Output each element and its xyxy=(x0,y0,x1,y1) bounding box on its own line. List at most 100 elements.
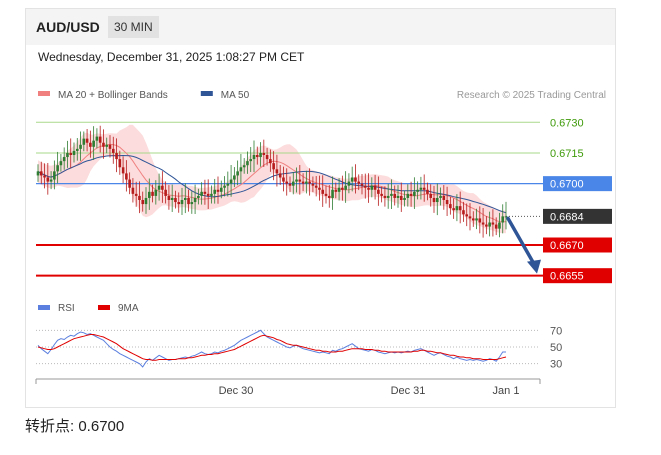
candle-body xyxy=(305,181,308,184)
candle-body xyxy=(485,224,488,227)
candle-body xyxy=(95,136,99,141)
candle-body xyxy=(92,140,95,147)
pivot-point: 转折点: 0.6700 xyxy=(25,415,124,436)
candle-body xyxy=(144,197,148,205)
current-price-label: 0.6684 xyxy=(550,211,584,223)
candle-body xyxy=(455,206,459,211)
candle-body xyxy=(324,193,328,196)
candle-body xyxy=(491,222,495,225)
resistance-label: 0.6715 xyxy=(550,148,584,160)
time-axis-label: Dec 30 xyxy=(219,385,254,397)
candle-body xyxy=(481,222,485,225)
candle-body xyxy=(219,187,223,192)
pivot-value: 0.6700 xyxy=(78,418,125,435)
candle-body xyxy=(458,206,462,211)
source-note: Research © 2025 Trading Central xyxy=(457,90,606,101)
candle-body xyxy=(236,171,239,176)
resistance-label: 0.6730 xyxy=(550,117,584,129)
candle-body xyxy=(498,222,501,229)
candle-body xyxy=(435,197,439,203)
candle-body xyxy=(370,185,374,190)
candle-body xyxy=(138,195,141,200)
candle-body xyxy=(134,193,138,196)
candle-body xyxy=(98,136,102,143)
candle-body xyxy=(216,189,220,192)
candle-body xyxy=(393,193,397,198)
candle-body xyxy=(295,179,298,182)
candle-body xyxy=(403,197,406,200)
arrow-shaft xyxy=(506,216,537,268)
time-axis: Dec 30 Dec 31 Jan 1 xyxy=(35,378,541,397)
price-chart: MA 20 + Bollinger Bands MA 50 Research © … xyxy=(35,90,612,397)
candle-body xyxy=(259,152,262,158)
candle-body xyxy=(187,197,190,205)
level-tags: 0.6730 0.6715 0.6700 0.6684 0.6670 0.6655 xyxy=(543,117,612,284)
candle-body xyxy=(269,159,272,164)
candle-body xyxy=(190,202,194,205)
candle-body xyxy=(255,155,259,158)
candle-body xyxy=(174,197,177,203)
bollinger-bands xyxy=(38,124,506,234)
candle-body xyxy=(111,148,115,153)
candle-body xyxy=(426,189,429,194)
time-axis-label: Jan 1 xyxy=(493,385,520,397)
candle-body xyxy=(46,177,50,182)
candle-body xyxy=(56,165,59,172)
candle-body xyxy=(357,181,361,184)
candle-body xyxy=(69,152,73,155)
rsi-tick-label: 70 xyxy=(550,325,562,337)
candle-body xyxy=(125,173,128,180)
candle-body xyxy=(308,181,311,184)
candle-body xyxy=(409,193,413,196)
candle-body xyxy=(442,195,446,200)
candle-body xyxy=(82,138,86,145)
candle-body xyxy=(462,210,465,215)
candle-body xyxy=(452,208,455,211)
candle-body xyxy=(380,193,383,196)
candle-body xyxy=(252,155,256,160)
candle-body xyxy=(449,204,452,209)
candle-body xyxy=(36,171,40,176)
candle-body xyxy=(213,189,217,194)
candle-body xyxy=(85,138,89,143)
rsi-legend-swatch xyxy=(38,305,50,310)
candle-body xyxy=(89,142,92,147)
candle-body xyxy=(321,189,325,194)
candle-body xyxy=(390,193,393,196)
candle-body xyxy=(66,152,69,158)
candle-body xyxy=(151,191,154,196)
candle-body xyxy=(170,197,174,200)
candle-body xyxy=(416,189,419,192)
candle-body xyxy=(131,187,135,194)
candle-body xyxy=(193,197,197,203)
candle-body xyxy=(183,197,187,200)
candle-body xyxy=(206,193,210,196)
candle-body xyxy=(164,189,167,196)
candle-body xyxy=(301,181,305,184)
candle-body xyxy=(419,187,423,190)
main-legend: MA 20 + Bollinger Bands MA 50 xyxy=(38,90,250,101)
candle-body xyxy=(128,179,131,188)
candle-body xyxy=(478,218,482,223)
candle-body xyxy=(278,173,282,178)
candle-body xyxy=(161,185,164,190)
candle-body xyxy=(121,167,125,174)
legend-label: MA 20 + Bollinger Bands xyxy=(58,90,168,101)
candle-body xyxy=(465,214,469,217)
candle-body xyxy=(272,163,275,170)
candle-body xyxy=(157,185,161,190)
candle-body xyxy=(53,171,56,180)
candle-body xyxy=(200,191,203,196)
candle-body xyxy=(233,175,236,180)
arrow-head xyxy=(527,259,541,274)
rsi-tick-label: 50 xyxy=(550,342,562,354)
candle-body xyxy=(399,195,403,200)
candle-body xyxy=(429,193,433,198)
candle-body xyxy=(373,185,377,190)
candle-body xyxy=(226,183,230,186)
candle-body xyxy=(406,193,410,198)
candle-body xyxy=(432,197,436,203)
candle-body xyxy=(167,195,171,200)
candle-body xyxy=(75,148,79,151)
candle-body xyxy=(354,177,357,182)
